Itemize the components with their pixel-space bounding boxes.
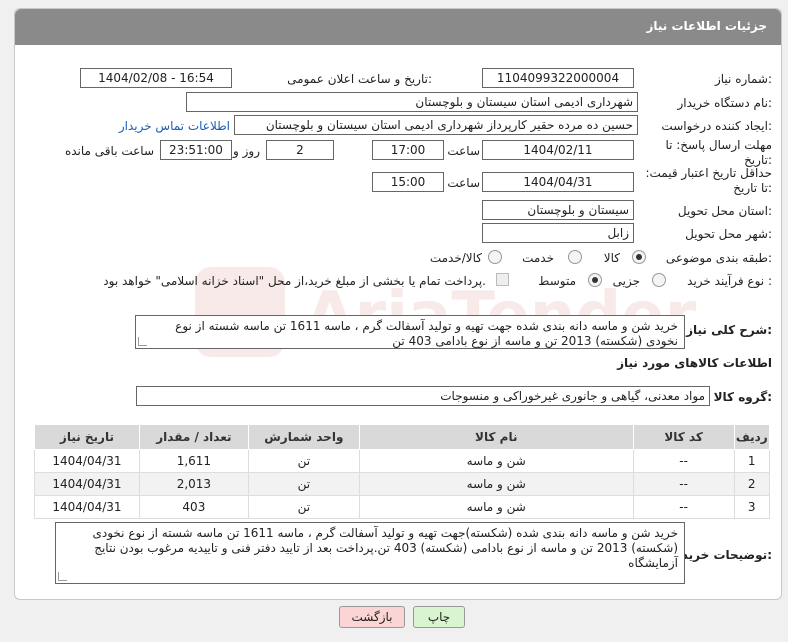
description-textarea[interactable]: خرید شن و ماسه دانه بندی شده جهت تهیه و …: [135, 315, 685, 349]
panel-header: جزئیات اطلاعات نیاز: [15, 9, 781, 45]
creator-label: ایجاد کننده درخواست:: [661, 119, 772, 133]
goods-group-field[interactable]: مواد معدنی، گیاهی و جانوری غیرخوراکی و م…: [136, 386, 710, 406]
resize-handle-icon[interactable]: [58, 572, 67, 581]
table-row[interactable]: 1 -- شن و ماسه تن 1,611 1404/04/31: [34, 449, 770, 473]
col-date: تاریخ نیاز: [34, 424, 140, 450]
category-radio-both[interactable]: [488, 250, 502, 264]
buyer-notes-text: خرید شن و ماسه دانه بندی شده (شکسته)جهت …: [92, 526, 679, 570]
province-label: استان محل تحویل:: [677, 204, 772, 218]
city-label: شهر محل تحویل:: [685, 227, 772, 241]
process-option-medium: متوسط: [538, 274, 576, 288]
need-number-field[interactable]: 1104099322000004: [482, 68, 634, 88]
row-date: 1404/04/31: [34, 449, 140, 473]
col-name: نام کالا: [358, 424, 634, 450]
row-quantity: 403: [138, 495, 249, 519]
reply-date-field[interactable]: 1404/02/11: [482, 140, 634, 160]
resize-handle-icon[interactable]: [138, 337, 147, 346]
row-date: 1404/04/31: [34, 495, 140, 519]
city-field[interactable]: زابل: [482, 223, 634, 243]
description-text: خرید شن و ماسه دانه بندی شده جهت تهیه و …: [175, 319, 678, 348]
remaining-label: ساعت باقی مانده: [64, 144, 154, 158]
row-unit: تن: [247, 472, 360, 496]
payment-checkbox[interactable]: [496, 273, 509, 286]
days-label: روز و: [233, 144, 260, 158]
buyer-org-field[interactable]: شهرداری ادیمی استان سیستان و بلوچستان: [186, 92, 638, 112]
print-button[interactable]: چاپ: [413, 606, 465, 628]
validity-label: حداقل تاریخ اعتبار قیمت: تا تاریخ:: [645, 166, 772, 195]
col-row: ردیف: [733, 424, 770, 450]
validity-time-field[interactable]: 15:00: [372, 172, 444, 192]
row-unit: تن: [247, 449, 360, 473]
process-label: نوع فرآیند خرید :: [687, 274, 772, 288]
announce-label: تاریخ و ساعت اعلان عمومی:: [287, 72, 432, 86]
description-label: شرح کلی نیاز:: [686, 323, 772, 337]
reply-time-label: ساعت: [447, 144, 480, 158]
reply-deadline-label: مهلت ارسال پاسخ: تا تاریخ:: [665, 138, 772, 167]
row-code: --: [632, 449, 735, 473]
category-radio-service[interactable]: [568, 250, 582, 264]
table-row[interactable]: 3 -- شن و ماسه تن 403 1404/04/31: [34, 495, 770, 519]
back-button[interactable]: بازگشت: [339, 606, 405, 628]
buyer-notes-label: توضیحات خریدار:: [670, 548, 772, 562]
col-code: کد کالا: [632, 424, 735, 450]
province-field[interactable]: سیستان و بلوچستان: [482, 200, 634, 220]
category-option-goods: کالا: [603, 251, 620, 265]
category-radio-goods[interactable]: [632, 250, 646, 264]
buyer-org-label: نام دستگاه خریدار:: [677, 96, 773, 110]
process-radio-medium[interactable]: [588, 273, 602, 287]
row-code: --: [632, 495, 735, 519]
goods-table-header: ردیف کد کالا نام کالا واحد شمارش تعداد /…: [34, 424, 770, 450]
panel-title: جزئیات اطلاعات نیاز: [646, 19, 767, 33]
category-option-both: کالا/خدمت: [429, 251, 482, 265]
need-number-label: شماره نیاز:: [714, 72, 772, 86]
row-quantity: 1,611: [138, 449, 249, 473]
goods-section-title: اطلاعات کالاهای مورد نیاز: [617, 356, 772, 370]
table-row[interactable]: 2 -- شن و ماسه تن 2,013 1404/04/31: [34, 472, 770, 496]
goods-group-label: گروه کالا:: [713, 390, 772, 404]
goods-table: ردیف کد کالا نام کالا واحد شمارش تعداد /…: [34, 424, 770, 519]
col-quantity: تعداد / مقدار: [138, 424, 249, 450]
validity-time-label: ساعت: [447, 176, 480, 190]
category-label: طبقه بندی موضوعی:: [665, 251, 772, 265]
row-number: 3: [733, 495, 770, 519]
remaining-time-field[interactable]: 23:51:00: [160, 140, 232, 160]
days-field[interactable]: 2: [266, 140, 334, 160]
row-code: --: [632, 472, 735, 496]
announce-field[interactable]: 1404/02/08 - 16:54: [80, 68, 232, 88]
row-date: 1404/04/31: [34, 472, 140, 496]
row-name: شن و ماسه: [358, 449, 634, 473]
process-radio-minor[interactable]: [652, 273, 666, 287]
row-name: شن و ماسه: [358, 472, 634, 496]
row-number: 2: [733, 472, 770, 496]
process-option-minor: جزیی: [612, 274, 640, 288]
row-name: شن و ماسه: [358, 495, 634, 519]
reply-time-field[interactable]: 17:00: [372, 140, 444, 160]
buyer-notes-textarea[interactable]: خرید شن و ماسه دانه بندی شده (شکسته)جهت …: [55, 522, 685, 584]
payment-note: پرداخت تمام یا بخشی از مبلغ خرید،از محل …: [103, 274, 486, 288]
col-unit: واحد شمارش: [247, 424, 360, 450]
category-option-service: خدمت: [522, 251, 554, 265]
row-unit: تن: [247, 495, 360, 519]
buyer-contact-link[interactable]: اطلاعات تماس خریدار: [119, 119, 230, 133]
creator-field[interactable]: حسین ده مرده حقیر کارپرداز شهرداری ادیمی…: [234, 115, 638, 135]
row-quantity: 2,013: [138, 472, 249, 496]
row-number: 1: [733, 449, 770, 473]
validity-date-field[interactable]: 1404/04/31: [482, 172, 634, 192]
